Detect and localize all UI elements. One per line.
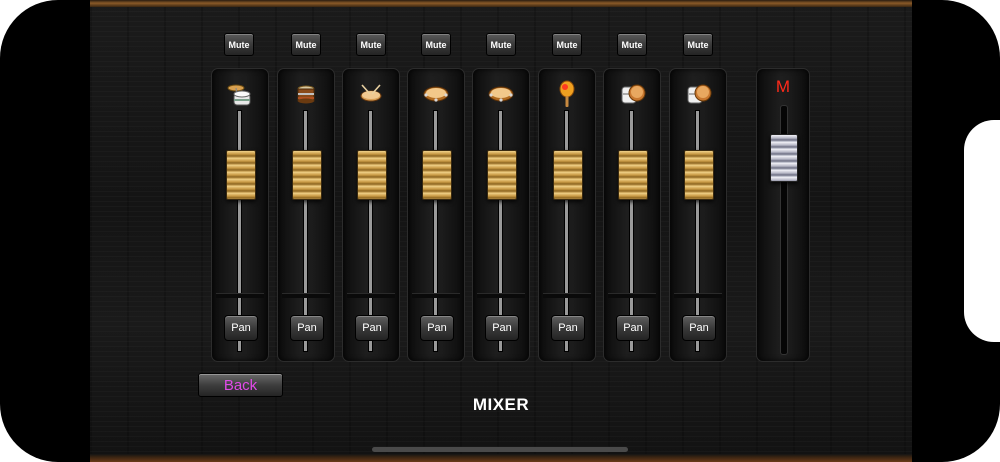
channel-strip-8: Pan bbox=[669, 68, 727, 362]
channel-1-volume-fader[interactable] bbox=[226, 150, 256, 200]
mute-button-5[interactable]: Mute bbox=[486, 33, 516, 56]
tambourine-icon bbox=[486, 79, 516, 109]
mute-button-3[interactable]: Mute bbox=[356, 33, 386, 56]
channel-strip-7: Pan bbox=[603, 68, 661, 362]
mute-button-8[interactable]: Mute bbox=[683, 33, 713, 56]
channel-8-divider bbox=[674, 293, 722, 298]
channel-strip-3: Pan bbox=[342, 68, 400, 362]
maraca-icon bbox=[552, 79, 582, 109]
drum-sticks-icon bbox=[356, 79, 386, 109]
device-frame: Mute Mute Mute Mute Mute Mute Mute Mute … bbox=[0, 0, 1000, 462]
channel-strip-4: Pan bbox=[407, 68, 465, 362]
master-strip: M bbox=[756, 68, 810, 362]
channel-5-divider bbox=[477, 293, 525, 298]
cajon-icon bbox=[291, 79, 321, 109]
drum-kit-icon bbox=[225, 79, 255, 109]
channel-1-divider bbox=[216, 293, 264, 298]
mute-button-7[interactable]: Mute bbox=[617, 33, 647, 56]
wood-edge-top bbox=[90, 0, 912, 7]
conga-icon bbox=[617, 79, 647, 109]
channel-6-volume-fader[interactable] bbox=[553, 150, 583, 200]
back-button[interactable]: Back bbox=[198, 373, 283, 397]
home-indicator[interactable] bbox=[372, 447, 628, 452]
channel-3-volume-fader[interactable] bbox=[357, 150, 387, 200]
pan-button-5[interactable]: Pan bbox=[485, 315, 519, 341]
pan-button-1[interactable]: Pan bbox=[224, 315, 258, 341]
wood-edge-bottom bbox=[90, 454, 912, 462]
channel-8-volume-fader[interactable] bbox=[684, 150, 714, 200]
mute-button-4[interactable]: Mute bbox=[421, 33, 451, 56]
channel-strip-5: Pan bbox=[472, 68, 530, 362]
page-title: MIXER bbox=[472, 395, 530, 414]
channel-strip-6: Pan bbox=[538, 68, 596, 362]
channel-7-divider bbox=[608, 293, 656, 298]
channel-4-volume-fader[interactable] bbox=[422, 150, 452, 200]
channel-3-divider bbox=[347, 293, 395, 298]
channel-2-divider bbox=[282, 293, 330, 298]
channel-7-volume-fader[interactable] bbox=[618, 150, 648, 200]
channel-5-volume-fader[interactable] bbox=[487, 150, 517, 200]
channel-strip-1: Pan bbox=[211, 68, 269, 362]
mixer-screen: Mute Mute Mute Mute Mute Mute Mute Mute … bbox=[90, 0, 912, 462]
channel-4-divider bbox=[412, 293, 460, 298]
master-label: M bbox=[775, 77, 791, 96]
pan-button-2[interactable]: Pan bbox=[290, 315, 324, 341]
channel-strip-2: Pan bbox=[277, 68, 335, 362]
pan-button-6[interactable]: Pan bbox=[551, 315, 585, 341]
conga-icon bbox=[683, 79, 713, 109]
pan-button-4[interactable]: Pan bbox=[420, 315, 454, 341]
mute-button-2[interactable]: Mute bbox=[291, 33, 321, 56]
mute-button-1[interactable]: Mute bbox=[224, 33, 254, 56]
pan-button-8[interactable]: Pan bbox=[682, 315, 716, 341]
channel-6-divider bbox=[543, 293, 591, 298]
master-volume-fader[interactable] bbox=[770, 134, 798, 182]
pan-button-7[interactable]: Pan bbox=[616, 315, 650, 341]
channel-2-volume-fader[interactable] bbox=[292, 150, 322, 200]
tambourine-icon bbox=[421, 79, 451, 109]
pan-button-3[interactable]: Pan bbox=[355, 315, 389, 341]
device-notch bbox=[964, 120, 1000, 342]
mute-button-6[interactable]: Mute bbox=[552, 33, 582, 56]
